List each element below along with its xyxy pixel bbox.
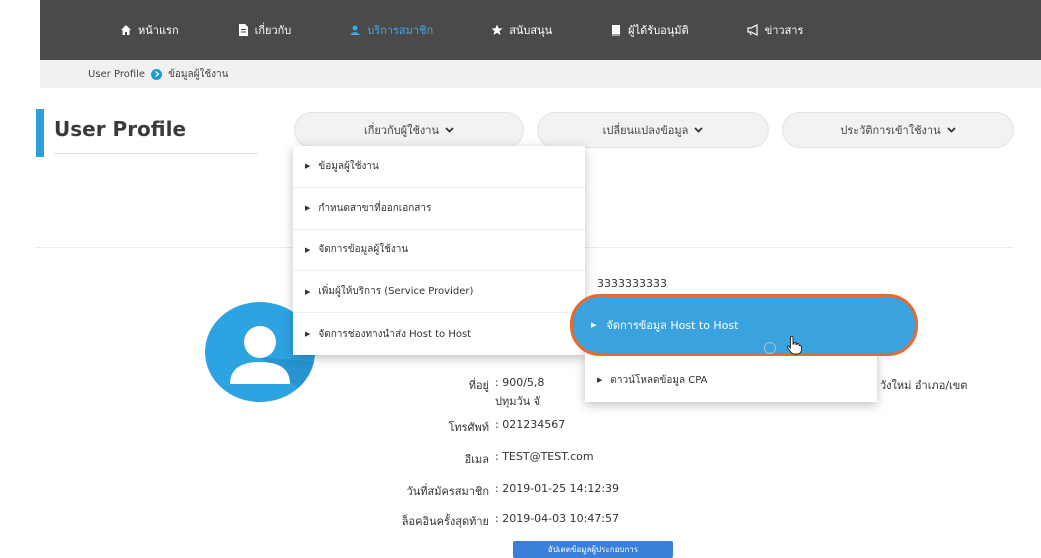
megaphone-icon [747,24,759,36]
breadcrumb: User Profile ข้อมูลผู้ใช้งาน [40,60,1041,88]
star-icon [491,24,503,36]
dropdown-item-label: จัดการข้อมูลผู้ใช้งาน [318,244,409,256]
hand-cursor-icon [785,335,803,355]
caret-right-icon: ▶ [305,204,311,213]
dropdown-item-label: จัดการช่องทางนำส่ง Host to Host [318,328,472,340]
nav-label: เกี่ยวกับ [254,24,292,37]
caret-right-icon: ▶ [591,321,597,329]
title-divider [54,153,258,154]
user-dropdown-menu: ▶ ข้อมูลผู้ใช้งาน ▶ กำหนดสาขาที่ออกเอกสา… [293,146,585,355]
users-icon [349,24,361,36]
caret-right-icon: ▶ [597,376,603,384]
joined-date-label: วันที่สมัครสมาชิก [406,485,489,498]
address-tail: วังใหม่ อำเภอ/เขต [880,379,968,392]
document-icon [237,24,249,36]
nav-label: สนับสนุน [509,24,553,37]
tab-change-info[interactable]: เปลี่ยนแปลงข้อมูล [537,112,769,148]
email-value: : TEST@TEST.com [495,450,594,463]
dropdown-item-label: ข้อมูลผู้ใช้งาน [318,160,379,172]
last-login-label: ล็อคอินครั้งสุดท้าย [401,515,489,528]
nav-label: ข่าวสาร [764,24,804,37]
page-margin [0,0,40,558]
phone-value: : 021234567 [495,418,566,431]
submenu-item-manage-host-to-host[interactable]: ▶ จัดการข้อมูล Host to Host [570,294,918,356]
nav-item-about[interactable]: เกี่ยวกับ [237,21,292,39]
breadcrumb-current: ข้อมูลผู้ใช้งาน [168,68,229,80]
dropdown-item-user-info[interactable]: ▶ ข้อมูลผู้ใช้งาน [293,146,585,188]
dropdown-item-host-to-host-channel[interactable]: ▶ จัดการช่องทางนำส่ง Host to Host [293,313,585,355]
dropdown-item-label: กำหนดสาขาที่ออกเอกสาร [318,202,432,214]
top-navigation: หน้าแรก เกี่ยวกับ บริการสมาชิก สนับสนุน … [40,0,1041,60]
nav-label: บริการสมาชิก [367,24,434,37]
chevron-right-icon [151,68,163,80]
email-label: อีเมล [464,453,489,466]
submenu-item-label: ดาวน์โหลดข้อมูล CPA [610,374,708,386]
submenu-item-label: จัดการข้อมูล Host to Host [606,319,739,332]
joined-date-value: : 2019-01-25 14:12:39 [495,482,620,495]
dropdown-item-manage-users[interactable]: ▶ จัดการข้อมูลผู้ใช้งาน [293,230,585,272]
caret-right-icon: ▶ [305,330,311,339]
caret-right-icon: ▶ [305,245,311,254]
dropdown-item-document-branch[interactable]: ▶ กำหนดสาขาที่ออกเอกสาร [293,188,585,230]
nav-item-approved[interactable]: ผู้ได้รับอนุมัติ [610,21,689,39]
last-login-value: : 2019-04-03 10:47:57 [495,512,620,525]
tab-label: เปลี่ยนแปลงข้อมูล [602,124,689,137]
tab-label: ประวัติการเข้าใช้งาน [840,124,941,137]
update-business-info-button[interactable]: อัปเดตข้อมูลผู้ประกอบการ [513,541,673,558]
tab-about-user[interactable]: เกี่ยวกับผู้ใช้งาน [294,112,524,148]
address-line2: ปทุมวัน จั [495,395,541,408]
tab-login-history[interactable]: ประวัติการเข้าใช้งาน [782,112,1014,148]
home-icon [120,24,132,36]
phone-label: โทรศัพท์ [448,421,489,434]
nav-item-news[interactable]: ข่าวสาร [747,21,804,39]
chevron-down-icon [445,125,454,136]
nav-item-home[interactable]: หน้าแรก [120,21,179,39]
dropdown-item-add-service-provider[interactable]: ▶ เพิ่มผู้ให้บริการ (Service Provider) [293,271,585,314]
tab-label: เกี่ยวกับผู้ใช้งาน [363,124,440,137]
breadcrumb-root[interactable]: User Profile [88,69,145,80]
nav-label: หน้าแรก [138,24,179,37]
dropdown-item-label: เพิ่มผู้ให้บริการ (Service Provider) [318,286,474,298]
member-id-value: 3333333333 [597,277,667,290]
caret-right-icon: ▶ [305,162,311,171]
nav-label: ผู้ได้รับอนุมัติ [628,24,689,37]
book-icon [610,24,622,36]
nav-item-member-services[interactable]: บริการสมาชิก [349,21,433,39]
address-label: ที่อยู่ [468,379,489,392]
chevron-down-icon [946,125,956,136]
title-accent-bar [36,109,44,157]
chevron-down-icon [694,125,704,136]
submenu-item-download-cpa[interactable]: ▶ ดาวน์โหลดข้อมูล CPA [585,366,877,394]
nav-item-support[interactable]: สนับสนุน [491,21,552,39]
address-value: : 900/5,8 [495,376,545,389]
page-title: User Profile [54,117,187,141]
caret-right-icon: ▶ [305,287,311,296]
loading-ring-icon [764,342,776,354]
